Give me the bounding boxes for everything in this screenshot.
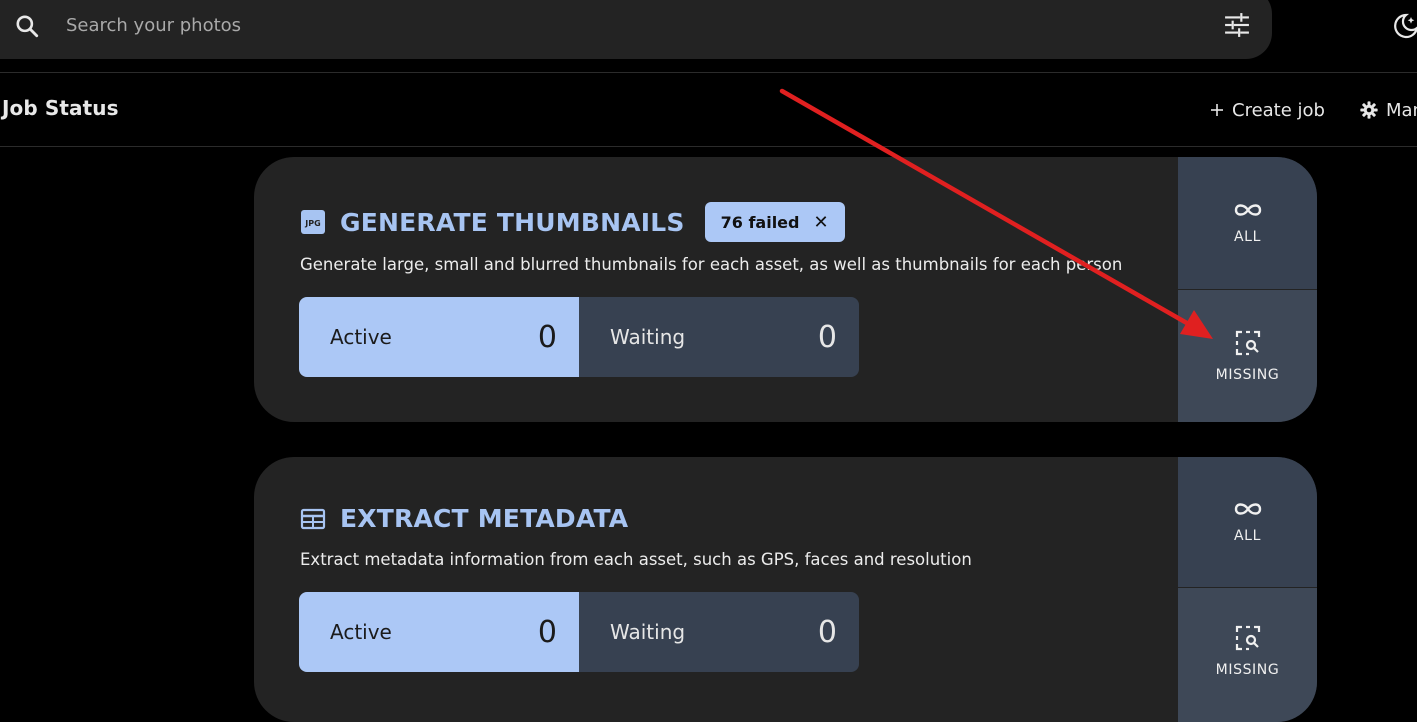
job-card-extract-metadata: EXTRACT METADATA Extract metadata inform… (254, 457, 1317, 722)
active-label: Active (330, 620, 392, 644)
waiting-count: 0 (817, 614, 837, 650)
search-bar (0, 0, 1272, 59)
waiting-stat: Waiting 0 (579, 592, 859, 672)
top-divider (0, 72, 1417, 73)
run-all-button[interactable]: ALL (1178, 157, 1317, 289)
job-title: GENERATE THUMBNAILS (340, 207, 685, 237)
gear-icon (1360, 101, 1378, 119)
filter-settings-icon[interactable] (1224, 12, 1250, 38)
run-missing-label: MISSING (1215, 367, 1280, 383)
job-description: Extract metadata information from each a… (300, 550, 972, 569)
waiting-count: 0 (817, 319, 837, 355)
search-missing-icon (1235, 330, 1260, 356)
active-count: 0 (537, 319, 557, 355)
run-all-label: ALL (1234, 229, 1261, 245)
job-stats: Active 0 Waiting 0 (299, 592, 859, 672)
search-missing-icon (1235, 625, 1260, 651)
job-title-row: JPG GENERATE THUMBNAILS 76 failed ✕ (300, 202, 845, 242)
create-job-button[interactable]: Create job (1210, 96, 1325, 124)
job-actions: ALL MISSING (1178, 457, 1317, 722)
manage-button[interactable]: Man (1360, 96, 1417, 124)
run-missing-button[interactable]: MISSING (1178, 588, 1317, 722)
svg-text:JPG: JPG (304, 219, 320, 228)
waiting-stat: Waiting 0 (579, 297, 859, 377)
failed-badge-label: 76 failed (720, 212, 800, 232)
active-count: 0 (537, 614, 557, 650)
search-icon[interactable] (14, 13, 40, 39)
infinity-icon (1234, 503, 1261, 515)
close-icon[interactable]: ✕ (813, 212, 828, 233)
job-title: EXTRACT METADATA (340, 504, 629, 533)
waiting-label: Waiting (610, 620, 686, 644)
job-card-generate-thumbnails: JPG GENERATE THUMBNAILS 76 failed ✕ Gene… (254, 157, 1317, 422)
run-all-button[interactable]: ALL (1178, 457, 1317, 587)
run-missing-button[interactable]: MISSING (1178, 290, 1317, 422)
job-stats: Active 0 Waiting 0 (299, 297, 859, 377)
table-icon (300, 508, 326, 529)
run-missing-label: MISSING (1215, 662, 1280, 678)
active-label: Active (330, 325, 392, 349)
header-divider (0, 146, 1417, 147)
active-stat: Active 0 (299, 297, 579, 377)
search-input[interactable] (64, 9, 764, 41)
run-all-label: ALL (1234, 528, 1261, 544)
plus-icon (1211, 104, 1223, 116)
job-actions: ALL MISSING (1178, 157, 1317, 422)
jpg-file-icon: JPG (301, 210, 325, 234)
infinity-icon (1234, 204, 1261, 216)
create-job-label: Create job (1232, 99, 1325, 121)
theme-toggle-icon[interactable] (1392, 12, 1417, 40)
active-stat: Active 0 (299, 592, 579, 672)
job-description: Generate large, small and blurred thumbn… (300, 255, 1123, 274)
job-title-row: EXTRACT METADATA (300, 504, 628, 533)
manage-label: Man (1386, 99, 1417, 121)
waiting-label: Waiting (610, 325, 686, 349)
page-title: Job Status (2, 96, 119, 120)
failed-badge[interactable]: 76 failed ✕ (704, 202, 845, 242)
